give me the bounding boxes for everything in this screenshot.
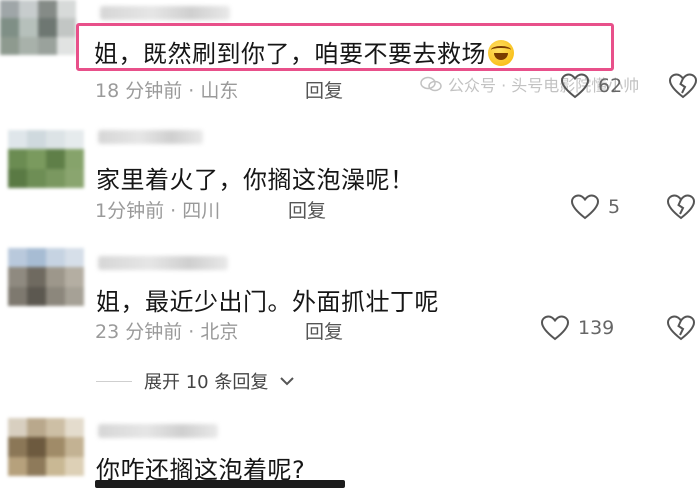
dislike-icon[interactable]: [666, 314, 696, 342]
wechat-icon: [420, 76, 442, 92]
like-count: 62: [598, 75, 623, 97]
divider: [96, 380, 132, 382]
comment-meta: 1分钟前 · 四川: [95, 196, 220, 223]
comment-time: 18 分钟前: [95, 80, 183, 102]
comment-location: 四川: [182, 200, 221, 222]
meta-separator: ·: [188, 80, 195, 102]
heart-icon: [560, 73, 590, 99]
comment-text: 姐，既然刷到你了，咱要不要去救场: [94, 34, 514, 69]
avatar[interactable]: [8, 248, 84, 306]
like-button[interactable]: 62: [560, 72, 622, 100]
username-blurred: [100, 6, 230, 20]
username-blurred: [98, 130, 203, 144]
reply-button[interactable]: 回复: [288, 196, 326, 223]
dislike-icon[interactable]: [666, 193, 696, 221]
comment-meta: 18 分钟前 · 山东: [95, 76, 238, 103]
reply-button[interactable]: 回复: [305, 317, 343, 344]
expand-replies-label: 展开 10 条回复: [144, 372, 269, 393]
chevron-down-icon: [280, 377, 295, 386]
rolling-laughing-emoji-icon: [488, 40, 514, 66]
like-button[interactable]: 5: [570, 193, 620, 221]
comment-location: 山东: [200, 80, 239, 102]
avatar[interactable]: [0, 0, 76, 55]
meta-separator: ·: [188, 321, 195, 343]
comment-time: 1分钟前: [95, 200, 165, 222]
avatar[interactable]: [8, 130, 84, 188]
comment-time: 23 分钟前: [95, 321, 183, 343]
like-button[interactable]: 139: [540, 314, 614, 342]
comment-text: 姐，最近少出门。外面抓壮丁呢: [96, 288, 439, 316]
meta-separator: ·: [170, 200, 177, 222]
expand-replies-button[interactable]: 展开 10 条回复: [96, 368, 295, 394]
heart-icon: [540, 315, 570, 341]
reply-button[interactable]: 回复: [305, 76, 343, 103]
like-count: 5: [608, 196, 621, 218]
redaction-bar: [95, 480, 345, 488]
username-blurred: [98, 256, 228, 270]
dislike-icon[interactable]: [668, 72, 698, 100]
heart-icon: [570, 194, 600, 220]
comment-location: 北京: [200, 321, 239, 343]
username-blurred: [98, 424, 218, 438]
comment-text: 家里着火了，你搁这泡澡呢！: [96, 166, 415, 194]
avatar[interactable]: [8, 418, 84, 476]
comment-meta: 23 分钟前 · 北京: [95, 317, 238, 344]
like-count: 139: [578, 317, 615, 339]
